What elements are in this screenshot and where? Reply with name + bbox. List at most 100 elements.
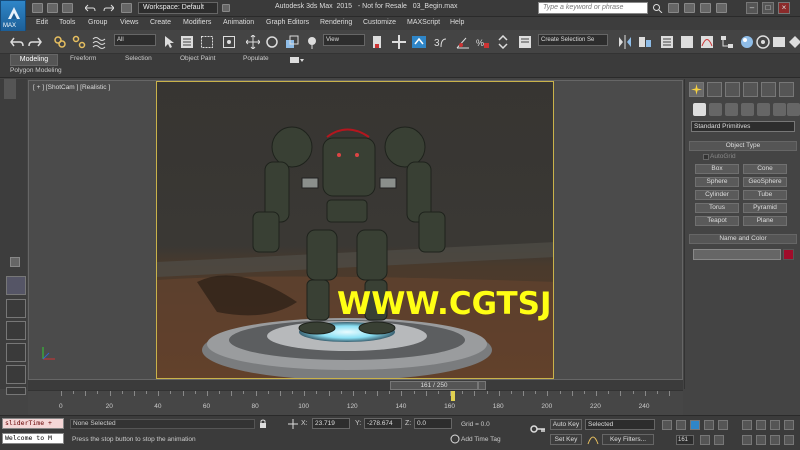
object-name-field[interactable] [693,249,781,260]
app-menu-button[interactable]: MAX [0,0,26,34]
z-coord-field[interactable]: 0.0 [414,418,452,429]
reference-coordinate-dropdown[interactable]: View [323,34,365,46]
angle-snap-icon[interactable] [456,35,470,49]
lock-selection-icon[interactable] [258,419,268,429]
menu-rendering[interactable]: Rendering [320,19,352,26]
select-object-icon[interactable] [162,35,176,49]
viewport-layout-button-6[interactable] [6,387,26,395]
maxscript-mini-listener[interactable]: Welcome to M [2,433,64,444]
project-folder-icon[interactable] [121,3,132,13]
rendered-frame-window-icon[interactable] [772,35,786,49]
menu-views[interactable]: Views [120,19,139,26]
go-to-end-icon[interactable] [718,420,728,430]
shapes-icon[interactable] [709,103,722,116]
next-frame-icon[interactable] [478,381,486,390]
bind-spacewarp-icon[interactable] [92,35,106,49]
open-file-icon[interactable] [47,3,58,13]
communication-center-icon[interactable] [684,3,695,13]
snaps-toggle-icon[interactable]: 3 [434,35,448,49]
sphere-button[interactable]: Sphere [695,177,739,187]
rectangle-selection-icon[interactable] [200,35,214,49]
ribbon-tab-populate[interactable]: Populate [243,55,269,62]
viewport-label-menu[interactable]: [ + ] [ShotCam ] [Realistic ] [33,84,110,91]
x-coord-field[interactable]: 23.719 [312,418,350,429]
curve-editor-icon[interactable] [700,35,714,49]
time-slider-track[interactable]: 161 / 250 [28,380,683,390]
helpers-icon[interactable] [757,103,770,116]
pyramid-button[interactable]: Pyramid [743,203,787,213]
cameras-icon[interactable] [741,103,754,116]
unlink-icon[interactable] [72,35,86,49]
key-mode-toggle-icon[interactable] [700,435,710,445]
modify-tab-icon[interactable] [707,82,722,97]
previous-key-icon[interactable] [676,420,686,430]
geosphere-button[interactable]: GeoSphere [743,177,787,187]
search-icon[interactable] [652,3,663,14]
time-slider[interactable]: 161 / 250 [390,381,478,390]
select-by-name-icon[interactable] [180,35,194,49]
spinner-snap-icon[interactable] [496,35,510,49]
viewport-layout-button-3[interactable] [6,321,26,340]
keyboard-shortcut-override-icon[interactable] [412,35,426,49]
select-manipulate-icon[interactable] [392,35,406,49]
go-to-start-icon[interactable] [662,420,672,430]
edit-named-selection-icon[interactable] [518,35,532,49]
menu-edit[interactable]: Edit [36,19,48,26]
menu-modifiers[interactable]: Modifiers [183,19,211,26]
redo-icon[interactable] [103,3,115,13]
ribbon-tab-freeform[interactable]: Freeform [70,55,96,62]
systems-icon[interactable] [787,103,800,116]
favorites-icon[interactable] [700,3,711,13]
cone-button[interactable]: Cone [743,164,787,174]
percent-snap-icon[interactable]: % [476,35,490,49]
ribbon-tab-modeling[interactable]: Modeling [10,54,58,66]
menu-customize[interactable]: Customize [363,19,396,26]
object-type-rollout[interactable]: Object Type [689,141,797,151]
chevron-down-icon[interactable] [222,4,230,12]
hierarchy-tab-icon[interactable] [725,82,740,97]
torus-button[interactable]: Torus [695,203,739,213]
maxscript-listener-output[interactable]: sliderTime + [2,418,64,429]
auto-key-button[interactable]: Auto Key [550,419,582,430]
subscription-icon[interactable] [668,3,679,13]
time-configuration-icon[interactable] [714,435,724,445]
current-frame-marker[interactable] [450,391,455,401]
schematic-view-icon[interactable] [720,35,734,49]
mirror-icon[interactable] [618,35,632,49]
create-tab-icon[interactable] [689,82,704,97]
stop-animation-icon[interactable] [690,420,700,430]
next-key-icon[interactable] [704,420,714,430]
autogrid-checkbox[interactable] [703,154,709,160]
y-coord-field[interactable]: -278.674 [364,418,402,429]
scroll-up-button[interactable] [4,79,16,99]
transform-type-in-icon[interactable] [288,419,298,429]
ribbon-tab-object-paint[interactable]: Object Paint [180,55,215,62]
teapot-button[interactable]: Teapot [695,216,739,226]
motion-tab-icon[interactable] [743,82,758,97]
search-input[interactable]: Type a keyword or phrase [538,2,648,14]
pan-view-icon[interactable] [756,435,766,445]
scale-icon[interactable] [285,35,299,49]
maximize-viewport-icon[interactable] [784,435,794,445]
collapse-icon[interactable] [10,257,20,267]
primitive-category-dropdown[interactable]: Standard Primitives [691,121,795,132]
utilities-tab-icon[interactable] [779,82,794,97]
undo-icon[interactable] [84,3,96,13]
ribbon-tab-selection[interactable]: Selection [125,55,152,62]
menu-help[interactable]: Help [450,19,464,26]
box-button[interactable]: Box [695,164,739,174]
pivot-center-icon[interactable] [370,35,384,49]
set-keys-key-icon[interactable] [530,424,546,434]
viewport-layout-button-1[interactable] [6,276,26,295]
save-file-icon[interactable] [62,3,73,13]
zoom-icon[interactable] [742,420,752,430]
viewport-shotcam[interactable]: [ + ] [ShotCam ] [Realistic ] WWW.CGTSJ [28,80,683,380]
zoom-extents-icon[interactable] [770,420,780,430]
align-icon[interactable] [638,35,652,49]
render-setup-icon[interactable] [756,35,770,49]
space-warps-icon[interactable] [773,103,786,116]
viewport-layout-button-2[interactable] [6,299,26,318]
layer-manager-icon[interactable] [660,35,674,49]
menu-animation[interactable]: Animation [223,19,254,26]
render-production-icon[interactable] [788,35,800,49]
